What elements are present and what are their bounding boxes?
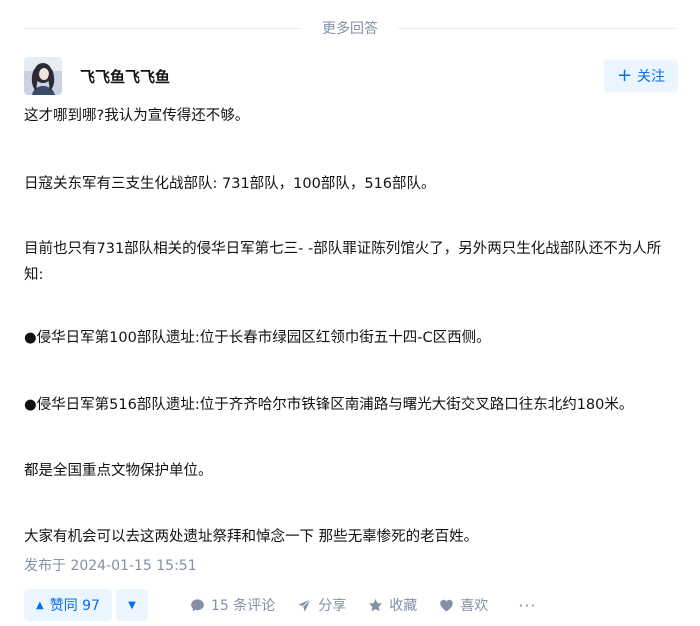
avatar[interactable] (24, 57, 62, 95)
paragraph: 都是全国重点文物保护单位。 (24, 463, 213, 479)
action-bar: ▲ 赞同 97 ▼ 15 条评论 分享 收藏 喜欢 ··· (24, 588, 537, 622)
section-divider: 更多回答 (24, 18, 676, 38)
follow-button[interactable]: + 关注 (604, 60, 678, 92)
downvote-button[interactable]: ▼ (115, 589, 148, 621)
plus-icon: + (616, 65, 633, 86)
paragraph: ●侵华日军第100部队遗址:位于长春市绿园区红领巾街五十四-C区西侧。 (24, 330, 491, 346)
published-time[interactable]: 发布于 2024-01-15 15:51 (24, 555, 197, 575)
share-icon (298, 598, 312, 612)
author-name[interactable]: 飞飞鱼飞飞鱼 (80, 66, 170, 87)
like-button[interactable]: 喜欢 (439, 595, 488, 615)
star-icon (369, 598, 383, 611)
share-button[interactable]: 分享 (297, 595, 346, 615)
favorite-label: 收藏 (389, 598, 418, 614)
author-row: 飞飞鱼飞飞鱼 + 关注 (24, 57, 678, 95)
paragraph: 这才哪到哪?我认为宣传得还不够。 (24, 108, 250, 124)
upvote-label: 赞同 97 (49, 598, 100, 614)
divider-line-right (398, 27, 676, 29)
section-title: 更多回答 (322, 21, 378, 37)
triangle-down-icon: ▼ (128, 599, 136, 611)
comment-icon (191, 598, 204, 611)
comment-label: 15 条评论 (210, 598, 276, 614)
more-icon: ··· (518, 595, 537, 615)
share-label: 分享 (318, 598, 347, 614)
paragraph: 日寇关东军有三支生化战部队: 731部队，100部队，516部队。 (24, 176, 436, 192)
triangle-up-icon: ▲ (36, 599, 44, 611)
paragraph: ●侵华日军第516部队遗址:位于齐齐哈尔市铁锋区南浦路与曙光大街交叉路口往东北约… (24, 397, 634, 413)
like-label: 喜欢 (460, 598, 489, 614)
paragraph: 大家有机会可以去这两处遗址祭拜和悼念一下 那些无辜惨死的老百姓。 (24, 529, 479, 545)
paragraph: 目前也只有731部队相关的侵华日军第七三- -部队罪证陈列馆火了，另外两只生化战… (24, 241, 662, 283)
more-button[interactable]: ··· (518, 596, 536, 615)
favorite-button[interactable]: 收藏 (368, 595, 417, 615)
heart-icon (440, 599, 454, 611)
follow-label: 关注 (637, 69, 666, 85)
divider-line-left (24, 27, 302, 29)
comment-button[interactable]: 15 条评论 (190, 595, 275, 615)
upvote-button[interactable]: ▲ 赞同 97 (24, 589, 112, 621)
